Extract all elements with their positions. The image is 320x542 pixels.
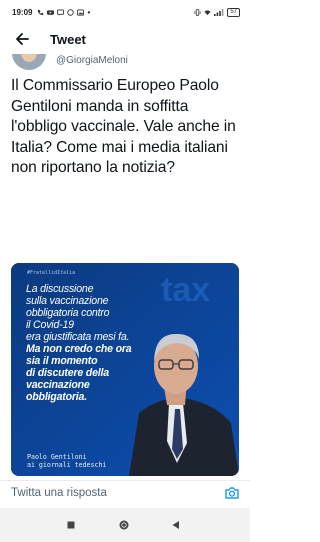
wifi-icon xyxy=(204,9,211,15)
background-word: tax xyxy=(161,271,210,309)
tweet-media[interactable]: tax #FratellidItalia La discussione sull… xyxy=(11,263,239,476)
circle-icon[interactable] xyxy=(118,519,130,531)
arrow-left-icon[interactable] xyxy=(14,31,30,47)
attribution-source: ai giornali tedeschi xyxy=(27,461,107,469)
camera-icon[interactable] xyxy=(224,485,240,501)
page-title: Tweet xyxy=(50,31,86,47)
quote-line-bold: di discutere della xyxy=(26,367,109,379)
media-attribution: Paolo Gentiloni ai giornali tedeschi xyxy=(27,453,106,469)
avatar[interactable] xyxy=(12,54,46,70)
message-icon xyxy=(57,8,65,16)
quote-line: sulla vaccinazione xyxy=(26,295,109,307)
quote-line-bold: obbligatoria. xyxy=(26,391,87,403)
media-quote: La discussione sulla vaccinazione obblig… xyxy=(26,283,166,403)
more-notifications-icon: • xyxy=(87,7,91,17)
whatsapp-icon xyxy=(67,8,75,16)
author-handle[interactable]: @GiorgiaMeloni xyxy=(56,55,128,66)
status-bar: 19:09 • 57 xyxy=(0,0,250,24)
status-left: 19:09 • xyxy=(12,8,90,17)
triangle-back-icon[interactable] xyxy=(170,519,182,531)
reply-composer[interactable]: Twitta una risposta xyxy=(0,480,250,504)
reply-input[interactable]: Twitta una risposta xyxy=(11,487,107,499)
gallery-icon xyxy=(77,8,85,16)
quote-line: La discussione xyxy=(26,283,94,295)
quote-line-bold: vaccinazione xyxy=(26,379,90,391)
battery-indicator: 57 xyxy=(227,7,240,17)
youtube-icon xyxy=(47,9,55,15)
author-row: @GiorgiaMeloni xyxy=(0,54,250,70)
signal-icon xyxy=(214,8,224,16)
quote-line-bold: Ma non credo che ora xyxy=(26,343,132,355)
status-right: 57 xyxy=(194,7,240,17)
call-icon xyxy=(38,9,44,15)
avatar-face xyxy=(21,54,37,62)
vibrate-icon xyxy=(194,8,201,16)
quote-line: era giustificata mesi fa. xyxy=(26,331,130,343)
square-icon[interactable] xyxy=(65,519,77,531)
quote-line: il Covid-19 xyxy=(26,319,74,331)
status-time: 19:09 xyxy=(12,7,33,17)
quote-line: obbligatoria contro xyxy=(26,307,110,319)
app-bar: Tweet xyxy=(0,24,250,54)
system-nav-bar xyxy=(0,508,250,542)
media-hashtag: #FratellidItalia xyxy=(27,270,76,276)
attribution-name: Paolo Gentiloni xyxy=(27,453,87,461)
quote-line-bold: sia il momento xyxy=(26,355,98,367)
tweet-text: Il Commissario Europeo Paolo Gentiloni m… xyxy=(11,77,236,176)
